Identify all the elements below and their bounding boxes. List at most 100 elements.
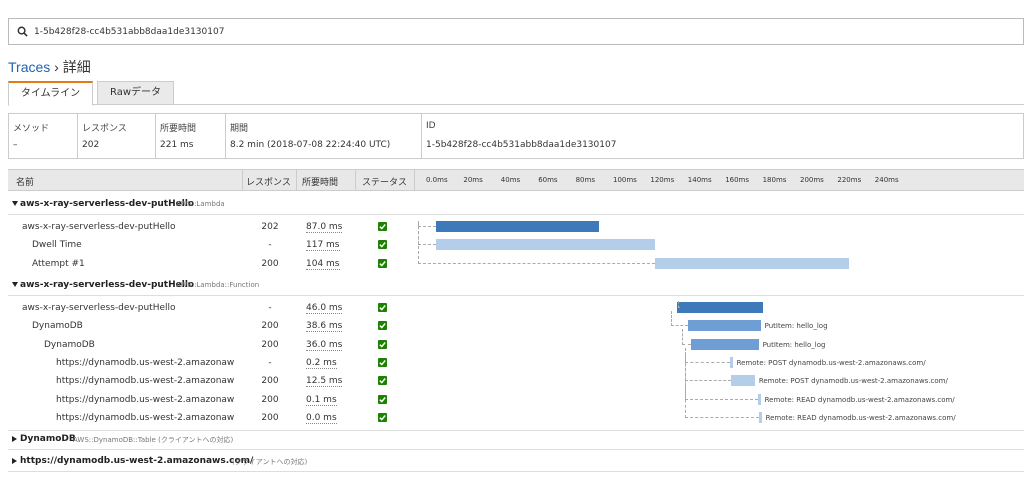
timeline-row[interactable]: DynamoDB 200 38.6 ms PutItem: hello_log bbox=[8, 311, 1024, 335]
header-response[interactable]: レスポンス bbox=[246, 175, 291, 188]
axis-tick-label: 120ms bbox=[650, 176, 675, 184]
breadcrumb: Traces › 詳細 bbox=[8, 57, 91, 77]
group-name: aws-x-ray-serverless-dev-putHello bbox=[20, 280, 195, 290]
summary-duration-label: 所要時間 bbox=[160, 124, 197, 134]
segment-response: - bbox=[268, 358, 272, 368]
axis-tick-label: 40ms bbox=[500, 176, 521, 184]
status-ok-icon bbox=[378, 358, 387, 367]
group-type: AWS::Lambda::Function bbox=[176, 281, 260, 289]
trace-search-bar[interactable] bbox=[8, 18, 1024, 45]
axis-tick-label: 20ms bbox=[463, 176, 483, 184]
segment-response: - bbox=[268, 303, 272, 313]
segment-name: https://dynamodb.us-west-2.amazonaws.com… bbox=[56, 376, 234, 386]
axis-tick-label: 0.0ms bbox=[426, 176, 448, 184]
timeline-connector bbox=[685, 348, 759, 418]
collapse-caret-icon[interactable] bbox=[12, 458, 17, 464]
summary-duration-value: 221 ms bbox=[160, 140, 194, 150]
segment-name: Attempt #1 bbox=[32, 259, 85, 269]
trace-summary: メソッド – レスポンス 202 所要時間 221 ms 期間 8.2 min … bbox=[8, 113, 1024, 159]
timeline-bar-label: Remote: READ dynamodb.us-west-2.amazonaw… bbox=[765, 414, 956, 422]
axis-tick-label: 220ms bbox=[837, 176, 862, 184]
segment-name: DynamoDB bbox=[44, 340, 95, 350]
segment-duration[interactable]: 36.0 ms bbox=[306, 340, 343, 351]
segment-response: 200 bbox=[261, 395, 279, 405]
status-ok-icon bbox=[378, 413, 387, 422]
axis-tick-label: 240ms bbox=[874, 176, 899, 184]
timeline-bar-label: Remote: POST dynamodb.us-west-2.amazonaw… bbox=[758, 377, 948, 385]
segment-duration[interactable]: 38.6 ms bbox=[306, 321, 343, 332]
segment-response: 200 bbox=[261, 376, 279, 386]
segment-duration[interactable]: 0.2 ms bbox=[306, 358, 337, 369]
summary-id-label: ID bbox=[426, 121, 436, 131]
timeline-connector bbox=[418, 221, 655, 264]
segment-name: https://dynamodb.us-west-2.amazonaws.com… bbox=[56, 358, 234, 368]
header-name[interactable]: 名前 bbox=[16, 175, 34, 188]
status-ok-icon bbox=[378, 240, 387, 249]
expand-caret-icon[interactable] bbox=[12, 282, 18, 287]
segment-name: DynamoDB bbox=[32, 321, 83, 331]
tab-timeline[interactable]: タイムライン bbox=[8, 81, 93, 106]
segment-name: Dwell Time bbox=[32, 240, 82, 250]
timeline-bar[interactable] bbox=[654, 258, 850, 269]
summary-age-value: 8.2 min (2018-07-08 22:24:40 UTC) bbox=[230, 140, 391, 150]
summary-age: 期間 8.2 min (2018-07-08 22:24:40 UTC) bbox=[225, 114, 421, 158]
group-name: aws-x-ray-serverless-dev-putHello bbox=[20, 199, 195, 209]
group-type: AWS::DynamoDB::Table (クライアントへの対応) bbox=[73, 436, 234, 444]
group-dynamodb-table[interactable]: DynamoDB AWS::DynamoDB::Table (クライアントへの対… bbox=[8, 431, 1024, 449]
timeline-header: 名前 レスポンス 所要時間 ステータス 0.0ms 20ms 40ms 60ms 80m… bbox=[8, 169, 1024, 191]
timeline-row[interactable]: aws-x-ray-serverless-dev-putHello - 46.0 m… bbox=[8, 299, 1024, 317]
segment-duration[interactable]: 117 ms bbox=[306, 240, 340, 251]
axis-tick-label: 200ms bbox=[800, 176, 824, 184]
timeline-bar[interactable] bbox=[688, 320, 761, 331]
timeline-row[interactable]: https://dynamodb.us-west-2.amazonaws.com… bbox=[8, 348, 1024, 372]
trace-id-input[interactable] bbox=[34, 26, 934, 37]
segment-response: 200 bbox=[261, 321, 279, 331]
timeline-bar-label: PutItem: hello_log bbox=[764, 322, 828, 330]
status-ok-icon bbox=[378, 376, 387, 385]
timeline-row[interactable]: https://dynamodb.us-west-2.amazonaws.com… bbox=[8, 348, 1024, 427]
axis-tick-label: 60ms bbox=[538, 176, 558, 184]
summary-response-value: 202 bbox=[82, 140, 100, 150]
collapse-caret-icon[interactable] bbox=[12, 436, 17, 442]
segment-duration[interactable]: 87.0 ms bbox=[306, 222, 343, 233]
group-type: AWS::Lambda bbox=[176, 200, 225, 208]
axis-tick-label: 180ms bbox=[762, 176, 787, 184]
status-ok-icon bbox=[378, 321, 387, 330]
segment-name: https://dynamodb.us-west-2.amazonaws.com… bbox=[56, 413, 234, 423]
timeline-connector bbox=[671, 311, 689, 326]
group-type: (クライアントへの対応) bbox=[232, 458, 308, 466]
axis-tick-label: 100ms bbox=[613, 176, 637, 184]
breadcrumb-traces-link[interactable]: Traces bbox=[8, 59, 50, 75]
summary-duration: 所要時間 221 ms bbox=[155, 114, 225, 158]
expand-caret-icon[interactable] bbox=[12, 201, 18, 206]
timeline-connector bbox=[678, 301, 680, 308]
group-dynamodb-endpoint[interactable]: https://dynamodb.us-west-2.amazonaws.com… bbox=[8, 453, 1024, 471]
summary-id-value: 1-5b428f28-cc4b531abb8daa1de3130107 bbox=[426, 140, 617, 150]
segment-duration[interactable]: 104 ms bbox=[306, 259, 340, 270]
group-lambda[interactable]: aws-x-ray-serverless-dev-putHello AWS::L… bbox=[8, 196, 1024, 214]
timeline-row[interactable]: https://dynamodb.us-west-2.amazonaws.com… bbox=[8, 348, 1024, 390]
timeline-row[interactable]: DynamoDB 200 36.0 ms PutItem: hello_log bbox=[8, 329, 1024, 354]
timeline-bar-label: Remote: READ dynamodb.us-west-2.amazonaw… bbox=[764, 396, 955, 404]
group-lambda-function[interactable]: aws-x-ray-serverless-dev-putHello AWS::L… bbox=[8, 277, 1024, 295]
segment-response: 200 bbox=[261, 259, 279, 269]
timeline-row[interactable]: Attempt #1 200 104 ms bbox=[8, 221, 1024, 273]
segment-duration[interactable]: 46.0 ms bbox=[306, 303, 343, 314]
timeline-connector bbox=[682, 329, 692, 345]
axis-tick-label: 160ms bbox=[725, 176, 750, 184]
summary-response-label: レスポンス bbox=[82, 124, 127, 134]
header-duration[interactable]: 所要時間 bbox=[302, 175, 338, 188]
segment-duration[interactable]: 12.5 ms bbox=[306, 376, 343, 387]
segment-name: aws-x-ray-serverless-dev-putHello bbox=[22, 222, 176, 232]
status-ok-icon bbox=[378, 222, 387, 231]
tab-raw-data[interactable]: Rawデータ bbox=[97, 81, 174, 105]
segment-duration[interactable]: 0.1 ms bbox=[306, 395, 337, 406]
timeline-row[interactable]: https://dynamodb.us-west-2.amazonaws.com… bbox=[8, 348, 1024, 409]
status-ok-icon bbox=[378, 395, 387, 404]
timeline-bar-label: PutItem: hello_log bbox=[762, 341, 826, 349]
timeline-bar[interactable] bbox=[677, 302, 764, 313]
timeline-bar[interactable] bbox=[758, 412, 762, 423]
segment-duration[interactable]: 0.0 ms bbox=[306, 413, 337, 424]
header-status[interactable]: ステータス bbox=[362, 175, 407, 188]
breadcrumb-current: 詳細 bbox=[62, 59, 91, 75]
